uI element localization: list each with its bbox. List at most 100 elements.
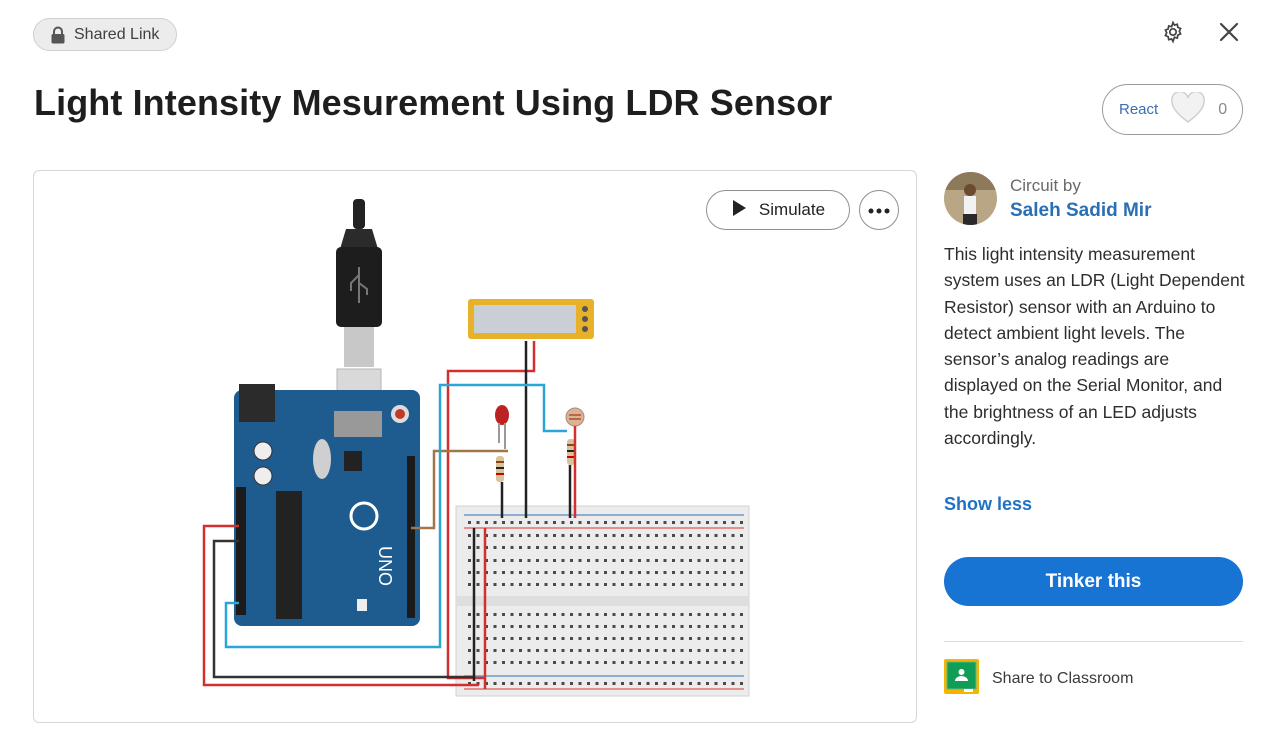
breadboard-hole xyxy=(578,534,582,537)
breadboard-hole xyxy=(502,559,505,562)
breadboard-hole xyxy=(502,637,505,640)
breadboard-hole xyxy=(663,534,667,537)
breadboard-hole xyxy=(663,625,667,628)
breadboard-hole xyxy=(519,521,522,524)
more-options-button[interactable] xyxy=(859,190,899,230)
close-icon xyxy=(1218,21,1240,48)
breadboard-hole xyxy=(629,583,633,586)
breadboard-hole xyxy=(612,559,616,562)
breadboard-hole xyxy=(561,613,565,616)
breadboard-hole xyxy=(578,661,582,664)
breadboard-hole xyxy=(468,613,471,616)
settings-button[interactable] xyxy=(1159,19,1187,48)
breadboard-hole xyxy=(638,637,641,640)
breadboard-hole xyxy=(612,649,616,652)
breadboard-hole xyxy=(638,534,641,537)
breadboard-hole xyxy=(638,546,641,549)
breadboard-hole xyxy=(723,546,726,549)
breadboard-hole xyxy=(740,625,743,628)
top-actions xyxy=(1159,19,1243,48)
breadboard-hole xyxy=(476,625,480,628)
breadboard-hole xyxy=(587,546,590,549)
breadboard-hole xyxy=(663,682,667,685)
breadboard-hole xyxy=(714,521,718,524)
breadboard-hole xyxy=(527,583,531,586)
breadboard-hole xyxy=(493,613,497,616)
resistors xyxy=(496,439,575,482)
share-classroom-label: Share to Classroom xyxy=(992,670,1134,687)
breadboard-hole xyxy=(612,583,616,586)
breadboard-hole xyxy=(723,613,726,616)
react-button[interactable]: React 0 xyxy=(1102,84,1243,135)
breadboard-hole xyxy=(553,682,556,685)
simulate-button[interactable]: Simulate xyxy=(706,190,850,230)
breadboard-hole xyxy=(570,625,573,628)
breadboard-hole xyxy=(536,613,539,616)
breadboard-hole xyxy=(587,637,590,640)
breadboard-hole xyxy=(723,583,726,586)
breadboard-hole xyxy=(502,571,505,574)
breadboard-hole xyxy=(570,546,573,549)
breadboard-hole xyxy=(561,661,565,664)
breadboard-hole xyxy=(476,534,480,537)
breadboard-hole xyxy=(561,649,565,652)
breadboard-hole xyxy=(561,521,565,524)
breadboard-hole xyxy=(553,637,556,640)
breadboard-hole xyxy=(706,625,709,628)
breadboard-hole xyxy=(510,571,514,574)
breadboard-hole xyxy=(714,637,718,640)
react-label: React xyxy=(1119,101,1159,118)
breadboard-hole xyxy=(476,649,480,652)
breadboard-hole xyxy=(646,546,650,549)
author-name[interactable]: Saleh Sadid Mir xyxy=(1010,200,1151,222)
breadboard-hole xyxy=(714,571,718,574)
breadboard-hole xyxy=(663,661,667,664)
breadboard-hole xyxy=(655,613,658,616)
breadboard-hole xyxy=(740,637,743,640)
circuit-canvas[interactable]: UNO Simulate xyxy=(33,170,917,723)
breadboard-hole xyxy=(493,682,497,685)
breadboard-hole xyxy=(595,571,599,574)
breadboard-hole xyxy=(502,583,505,586)
breadboard-hole xyxy=(587,682,590,685)
breadboard-hole xyxy=(629,613,633,616)
breadboard-hole xyxy=(493,546,497,549)
share-to-classroom-button[interactable]: Share to Classroom xyxy=(944,659,1133,699)
breadboard-hole xyxy=(468,534,471,537)
breadboard-hole xyxy=(740,682,743,685)
breadboard-hole xyxy=(740,583,743,586)
breadboard-hole xyxy=(680,637,684,640)
shared-link-badge[interactable]: Shared Link xyxy=(33,18,178,51)
breadboard-hole xyxy=(604,625,607,628)
avatar[interactable] xyxy=(944,172,997,225)
breadboard-hole xyxy=(680,613,684,616)
breadboard-hole xyxy=(544,559,548,562)
breadboard-hole xyxy=(502,682,505,685)
tinker-this-button[interactable]: Tinker this xyxy=(944,557,1243,606)
breadboard-hole xyxy=(476,559,480,562)
breadboard-hole xyxy=(510,534,514,537)
show-less-link[interactable]: Show less xyxy=(944,494,1032,515)
breadboard-hole xyxy=(536,559,539,562)
close-button[interactable] xyxy=(1215,20,1243,48)
breadboard-hole xyxy=(544,521,548,524)
breadboard-hole xyxy=(731,649,735,652)
breadboard-hole xyxy=(714,682,718,685)
breadboard-hole xyxy=(680,571,684,574)
breadboard-hole xyxy=(680,661,684,664)
breadboard-hole xyxy=(714,559,718,562)
breadboard-hole xyxy=(663,559,667,562)
breadboard-hole xyxy=(604,613,607,616)
breadboard-hole xyxy=(663,613,667,616)
breadboard-hole xyxy=(629,649,633,652)
breadboard-hole xyxy=(604,682,607,685)
breadboard-hole xyxy=(629,534,633,537)
breadboard-hole xyxy=(706,637,709,640)
breadboard-hole xyxy=(502,661,505,664)
breadboard-hole xyxy=(476,571,480,574)
breadboard-hole xyxy=(587,649,590,652)
breadboard-hole xyxy=(621,546,624,549)
breadboard-hole xyxy=(646,534,650,537)
breadboard-hole xyxy=(697,637,701,640)
breadboard-hole xyxy=(544,682,548,685)
